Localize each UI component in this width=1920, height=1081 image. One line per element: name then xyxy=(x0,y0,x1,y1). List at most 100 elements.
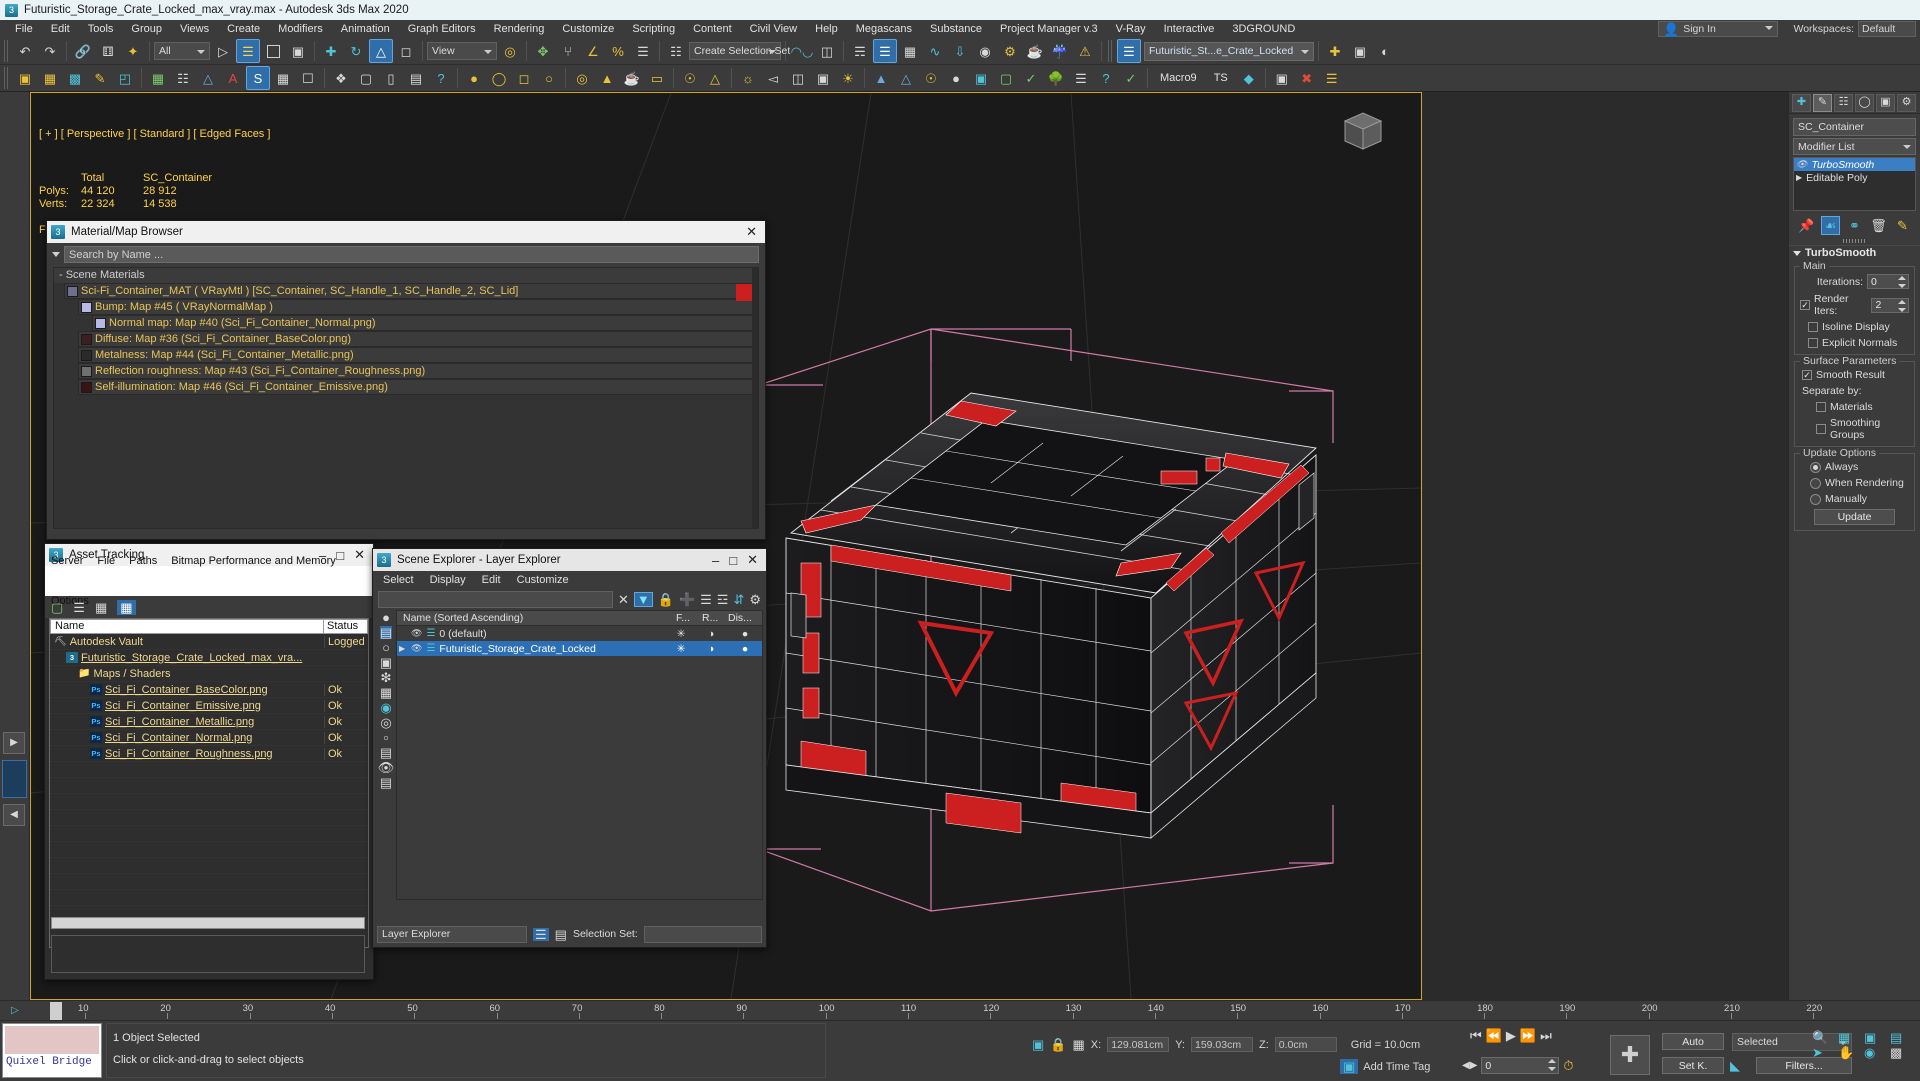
help-2-icon[interactable]: ? xyxy=(1094,66,1118,90)
spacing-tool-icon[interactable]: ▯ xyxy=(379,66,403,90)
spinner-snap-icon[interactable]: ☰ xyxy=(631,39,655,63)
maximize-viewport-icon[interactable]: ▩ xyxy=(1890,1046,1914,1059)
rendered-frame-window-icon[interactable]: ☕ xyxy=(1023,39,1047,63)
material-tree[interactable]: - Scene Materials Sci-Fi_Container_MAT (… xyxy=(53,267,759,529)
render-frame-icon[interactable]: ▣ xyxy=(1270,66,1294,90)
table-row[interactable]: Ps Sci_Fi_Container_Metallic.png Ok xyxy=(50,714,368,730)
selection-lock-icon[interactable]: 🔒 xyxy=(1050,1038,1066,1051)
material-row[interactable]: Self-illumination: Map #46 (Sci_Fi_Conta… xyxy=(78,379,758,395)
zoom-region-icon[interactable]: ▤ xyxy=(1890,1031,1914,1044)
detail-icon[interactable]: ▦ xyxy=(95,601,107,614)
bind-to-space-warp-icon[interactable]: ✦ xyxy=(121,39,145,63)
isoline-display-checkbox[interactable] xyxy=(1808,322,1818,332)
schematic-view-icon[interactable]: ⇩ xyxy=(948,39,972,63)
asset-tracking-window[interactable]: 3 Asset Tracking – □ ✕ Server File Paths… xyxy=(44,543,374,980)
orbit-icon[interactable]: ◉ xyxy=(1864,1046,1888,1059)
forest-pack-icon[interactable]: 🌳 xyxy=(1044,66,1068,90)
y-field[interactable]: 159.03cm xyxy=(1190,1037,1253,1052)
menu-item-animation[interactable]: Animation xyxy=(332,22,399,36)
smart-extrude-icon[interactable]: ▩ xyxy=(63,66,87,90)
plane-icon[interactable]: ▭ xyxy=(645,66,669,90)
geosphere-icon[interactable]: ◯ xyxy=(487,66,511,90)
symmetry-icon[interactable]: ◰ xyxy=(113,66,137,90)
expand-all-icon[interactable]: ☰ xyxy=(700,593,712,606)
smooth-result-checkbox[interactable]: ✓ xyxy=(1802,370,1812,380)
configure-sets-icon[interactable]: ✎ xyxy=(1893,216,1912,235)
menu-item-3dground[interactable]: 3DGROUND xyxy=(1223,22,1304,36)
frame-stepper-icon[interactable]: ◀▶ xyxy=(1462,1060,1477,1071)
se-menu-select[interactable]: Select xyxy=(383,574,414,586)
scene-explorer-window[interactable]: 3 Scene Explorer - Layer Explorer – □ ✕ … xyxy=(372,548,767,948)
material-editor-icon[interactable]: ◉ xyxy=(973,39,997,63)
menu-item-help[interactable]: Help xyxy=(806,22,847,36)
sort-icon[interactable]: ⇵ xyxy=(733,593,744,606)
table-row[interactable]: ⛏ Autodesk Vault Logged xyxy=(50,634,368,650)
object-name-field[interactable]: SC_Container xyxy=(1793,118,1916,136)
material-map-browser-window[interactable]: 3 Material/Map Browser ✕ Search by Name … xyxy=(46,220,766,540)
remove-modifier-icon[interactable]: 🗑 xyxy=(1869,216,1888,235)
snaps-toggle-icon[interactable]: ⑂ xyxy=(556,39,580,63)
camera-icon[interactable]: ◫ xyxy=(786,66,810,90)
material-row[interactable]: Metalness: Map #44 (Sci_Fi_Container_Met… xyxy=(78,347,758,363)
menu-item-group[interactable]: Group xyxy=(122,22,171,36)
utilities-tab[interactable]: ⚙ xyxy=(1897,93,1916,112)
table-row[interactable]: Ps Sci_Fi_Container_Roughness.png Ok xyxy=(50,746,368,762)
substance-map-icon[interactable]: S xyxy=(246,66,270,90)
table-row[interactable]: Ps Sci_Fi_Container_BaseColor.png Ok xyxy=(50,682,368,698)
scene-materials-group[interactable]: - Scene Materials xyxy=(54,268,758,283)
update-manually-radio[interactable] xyxy=(1810,493,1821,505)
set-key-button[interactable]: ✚ xyxy=(1610,1035,1650,1075)
menu-item-megascans[interactable]: Megascans xyxy=(847,22,921,36)
table-row[interactable]: 3 Futuristic_Storage_Crate_Locked_max_vra… xyxy=(50,650,368,666)
help-icon[interactable]: ? xyxy=(429,66,453,90)
maximize-icon[interactable]: □ xyxy=(729,553,737,568)
cell-dis[interactable]: ● xyxy=(728,643,762,655)
paint-deform-icon[interactable]: ✎ xyxy=(88,66,112,90)
menu-item-substance[interactable]: Substance xyxy=(921,22,991,36)
window-crossing-icon[interactable]: ▣ xyxy=(286,39,310,63)
weighted-normals-icon[interactable]: △ xyxy=(196,66,220,90)
x-field[interactable]: 129.081cm xyxy=(1107,1037,1170,1052)
color-icon[interactable]: ◉ xyxy=(380,701,391,714)
go-to-end-icon[interactable]: ⏭ xyxy=(1540,1029,1552,1042)
tube-icon[interactable]: ○ xyxy=(537,66,561,90)
select-and-rotate-icon[interactable]: ↻ xyxy=(344,39,368,63)
menu-item-file[interactable]: File xyxy=(6,22,42,36)
select-and-place-icon[interactable]: ◻ xyxy=(394,39,418,63)
modifier-stack-list[interactable]: 👁 TurboSmooth ▶ Editable Poly xyxy=(1793,157,1916,211)
filter-icon[interactable]: ▼ xyxy=(633,592,653,607)
time-tag-icon[interactable]: ▣ xyxy=(1340,1059,1359,1074)
search-input[interactable]: Search by Name ... xyxy=(64,246,759,263)
properties-icon[interactable]: ▤ xyxy=(380,776,392,789)
menu-item-edit[interactable]: Edit xyxy=(42,22,79,36)
hide-icon[interactable]: ▣ xyxy=(380,656,392,669)
vray-fur-icon[interactable]: ▢ xyxy=(994,66,1018,90)
lock-icon[interactable]: 🔒 xyxy=(658,593,674,606)
chevron-down-icon[interactable] xyxy=(52,252,60,257)
layer-icon[interactable]: ▤ xyxy=(379,626,393,639)
teapot-icon[interactable]: ☕ xyxy=(620,66,644,90)
sign-in-button[interactable]: 👤 Sign In xyxy=(1658,21,1778,37)
named-selection-sets-combo[interactable]: Create Selection Set xyxy=(689,42,790,60)
render-toggle-icon[interactable]: ▦ xyxy=(380,686,392,699)
menu-item-project-manager[interactable]: Project Manager v.3 xyxy=(991,22,1107,36)
asset-tracking-table[interactable]: Name Status ⛏ Autodesk Vault Logged 3 Futuri… xyxy=(49,618,369,948)
workspace-combo[interactable]: Default xyxy=(1858,21,1916,37)
go-to-start-icon[interactable]: ⏮ xyxy=(1470,1029,1482,1042)
options-icon[interactable]: ⚙ xyxy=(749,593,761,606)
eye-icon[interactable]: 👁 xyxy=(411,644,422,653)
make-unique-icon[interactable]: ⚭ xyxy=(1845,216,1864,235)
motion-blur-icon[interactable]: ▤ xyxy=(380,746,392,759)
array-icon[interactable]: ❖ xyxy=(329,66,353,90)
close-icon[interactable]: ✕ xyxy=(354,547,365,563)
grid-icon[interactable]: ▦ xyxy=(117,599,136,615)
reference-coordinate-system-combo[interactable]: View xyxy=(427,42,497,60)
close-icon[interactable]: ✕ xyxy=(747,552,758,568)
data-channel-icon[interactable]: ☷ xyxy=(171,66,195,90)
selection-filter-combo[interactable]: All xyxy=(154,42,210,60)
se-menu-edit[interactable]: Edit xyxy=(482,574,501,586)
selection-lock-region-icon[interactable]: ▣ xyxy=(1032,1038,1044,1051)
pin-stack-icon[interactable]: 📌 xyxy=(1797,216,1816,235)
adobe-color-icon[interactable]: A xyxy=(221,66,245,90)
quad-chamfer-icon[interactable]: ▣ xyxy=(13,66,37,90)
